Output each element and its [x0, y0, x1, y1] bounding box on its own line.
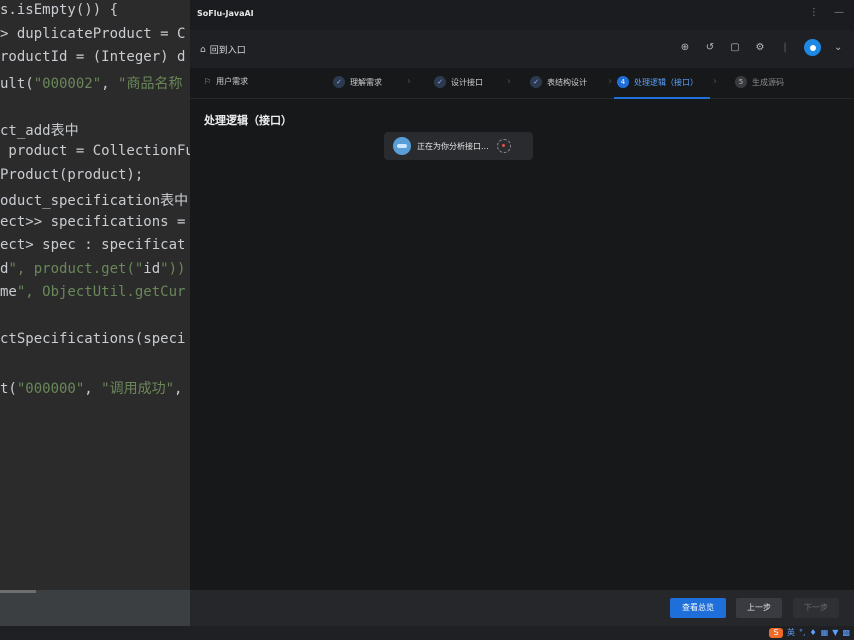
document-icon[interactable]: ▢ — [729, 42, 741, 54]
history-icon[interactable]: ↺ — [704, 42, 716, 54]
step-table-design[interactable]: ✓ 表结构设计 — [530, 76, 587, 88]
step-label: 生成源码 — [752, 77, 784, 87]
step-design-interface[interactable]: ✓ 设计接口 — [434, 76, 483, 88]
analysis-status-toast: 正在为你分析接口... — [384, 132, 533, 160]
code-editor-pane[interactable]: s.isEmpty()) { > duplicateProduct = C rodu… — [0, 0, 190, 590]
step-label: 表结构设计 — [547, 77, 587, 87]
settings-icon[interactable]: ⚙ — [754, 42, 766, 54]
step-label: 设计接口 — [451, 77, 483, 87]
system-tray: S 英 °, ♦ ▦ ▼ ▩ — [769, 627, 850, 638]
chevron-right-icon: › — [507, 76, 511, 87]
code-line: Product(product); — [0, 166, 144, 183]
next-step-button[interactable]: 下一步 — [793, 598, 839, 618]
skin-icon[interactable]: ▼ — [832, 628, 838, 637]
code-line: ect>> specifications = — [0, 213, 186, 230]
step-label: 处理逻辑（接口） — [634, 77, 698, 87]
code-line: ctSpecifications(speci — [0, 331, 186, 347]
code-line: ct_add表中 — [0, 122, 79, 139]
code-line: s.isEmpty()) { — [0, 2, 119, 18]
chevron-right-icon: › — [608, 76, 612, 87]
punctuation-icon[interactable]: °, — [799, 628, 806, 637]
sogou-ime-icon[interactable]: S — [769, 627, 783, 638]
ime-mode-label[interactable]: 英 — [787, 627, 795, 638]
back-to-entry-label: 回到入口 — [209, 46, 246, 56]
step-label: 理解需求 — [350, 77, 382, 87]
loading-spinner-icon — [496, 139, 511, 153]
ai-bot-icon — [393, 137, 411, 155]
microphone-icon[interactable]: ♦ — [810, 628, 817, 637]
active-step-underline — [614, 97, 710, 99]
user-avatar[interactable] — [804, 39, 821, 56]
tools-icon[interactable]: ▩ — [842, 628, 850, 637]
home-icon: ⌂ — [200, 44, 206, 55]
code-line: me", ObjectUtil.getCur — [0, 284, 186, 300]
code-line: > duplicateProduct = C — [0, 25, 186, 42]
code-line: roductId = (Integer) d — [0, 49, 186, 65]
user-icon — [809, 44, 816, 51]
editor-scrollbar-area — [0, 590, 190, 626]
step-understand-requirements[interactable]: ✓ 理解需求 — [333, 76, 382, 88]
chevron-down-icon[interactable]: ⌄ — [834, 42, 842, 54]
toolbar-icons: ⊕ ↺ ▢ ⚙ | ⌄ — [679, 39, 842, 56]
view-overview-button[interactable]: 查看总览 — [670, 598, 726, 618]
taskbar: S 英 °, ♦ ▦ ▼ ▩ — [0, 626, 854, 640]
step-user-requirements[interactable]: ⚐ 用户需求 — [204, 76, 248, 87]
step-label: 用户需求 — [216, 77, 249, 86]
step-generate-source[interactable]: 5 生成源码 — [735, 76, 784, 88]
progress-steps: ⚐ 用户需求 ✓ 理解需求 › ✓ 设计接口 › ✓ 表结构设计 › 4 处理逻… — [190, 68, 854, 99]
status-message: 正在为你分析接口... — [417, 141, 489, 151]
step-processing-logic[interactable]: 4 处理逻辑（接口） — [617, 76, 698, 88]
page-title: 处理逻辑（接口） — [204, 114, 292, 127]
title-bar: SoFlu-JavaAI ⋮ — — [190, 0, 854, 30]
chevron-right-icon: › — [407, 76, 411, 87]
footer-bar: 查看总览 上一步 下一步 — [190, 590, 854, 626]
step-number: 4 — [617, 76, 629, 88]
chevron-right-icon: › — [713, 76, 717, 87]
back-to-entry-button[interactable]: ⌂ 回到入口 — [200, 43, 246, 57]
divider: | — [783, 41, 787, 53]
code-line: ect> spec : specificat — [0, 237, 186, 253]
minimize-icon[interactable]: — — [834, 7, 844, 18]
code-line: product = CollectionFu — [0, 143, 190, 159]
add-icon[interactable]: ⊕ — [679, 42, 691, 54]
keyboard-icon[interactable]: ▦ — [821, 628, 829, 637]
top-toolbar: ⌂ 回到入口 ⊕ ↺ ▢ ⚙ | ⌄ — [190, 30, 854, 68]
window-controls: ⋮ — — [797, 7, 844, 18]
code-line: oduct_specification表中 — [0, 193, 189, 209]
check-icon: ✓ — [333, 76, 345, 88]
editor-scrollbar-thumb[interactable] — [0, 590, 36, 593]
code-line: t("000000", "调用成功", — [0, 381, 183, 397]
code-line: ult("000002", "商品名称 — [0, 75, 183, 92]
step-number: 5 — [735, 76, 747, 88]
soflu-app-window: SoFlu-JavaAI ⋮ — ⌂ 回到入口 ⊕ ↺ ▢ ⚙ | ⌄ ⚐ 用户… — [190, 0, 854, 626]
more-options-icon[interactable]: ⋮ — [809, 7, 819, 18]
code-line: d", product.get("id")) — [0, 260, 186, 277]
check-icon: ✓ — [434, 76, 446, 88]
previous-step-button[interactable]: 上一步 — [736, 598, 782, 618]
app-title: SoFlu-JavaAI — [197, 9, 254, 18]
flag-icon: ⚐ — [204, 77, 212, 86]
check-icon: ✓ — [530, 76, 542, 88]
